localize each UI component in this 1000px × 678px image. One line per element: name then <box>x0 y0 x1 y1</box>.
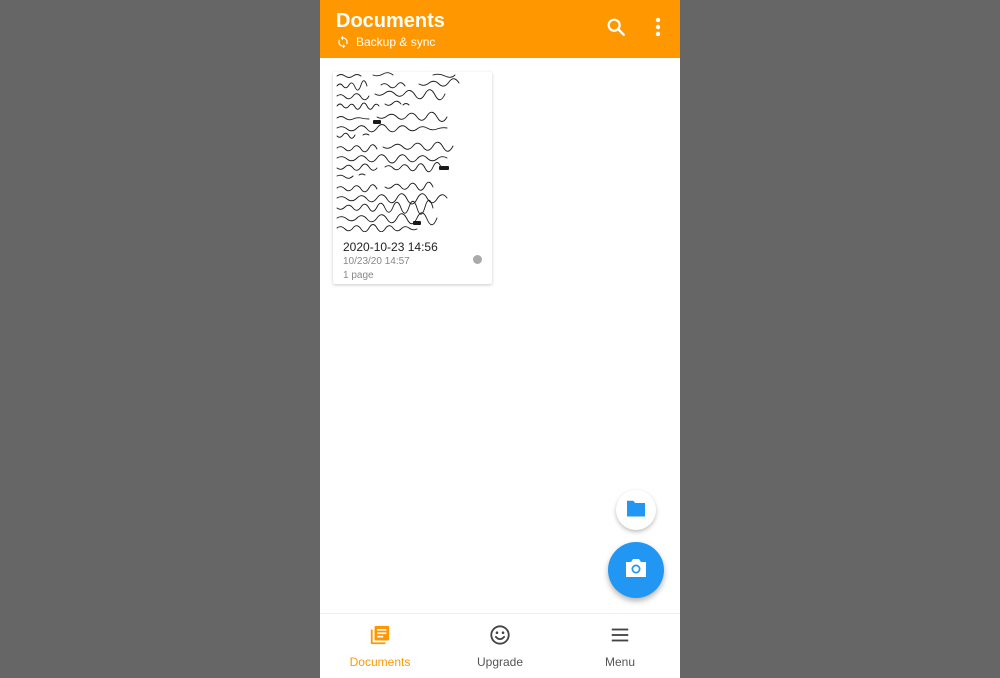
document-page-count: 1 page <box>343 270 374 281</box>
documents-icon <box>369 624 391 651</box>
more-vert-icon <box>654 16 662 43</box>
document-date: 10/23/20 14:57 <box>343 256 410 267</box>
nav-upgrade[interactable]: Upgrade <box>440 614 560 678</box>
import-folder-button[interactable] <box>616 490 656 530</box>
backup-sync-link[interactable]: Backup & sync <box>336 35 435 49</box>
page-title: Documents <box>336 10 445 32</box>
menu-icon <box>609 624 631 651</box>
folder-icon <box>625 499 647 522</box>
camera-scan-button[interactable] <box>608 542 664 598</box>
search-button[interactable] <box>604 17 628 41</box>
sync-status-dot <box>473 255 482 264</box>
nav-menu-label: Menu <box>604 655 636 669</box>
sync-icon <box>336 35 350 49</box>
bottom-navigation: Documents Upgrade Menu <box>320 613 680 678</box>
document-card[interactable]: 2020-10-23 14:56 10/23/20 14:57 1 page <box>333 72 492 284</box>
sync-label: Backup & sync <box>356 35 436 49</box>
nav-documents-label: Documents <box>349 655 411 669</box>
search-icon <box>605 16 627 43</box>
camera-icon <box>624 558 648 583</box>
app-screen: Documents Backup & sync 2020-10-23 14:56… <box>320 0 680 678</box>
nav-upgrade-label: Upgrade <box>476 655 524 669</box>
documents-list: 2020-10-23 14:56 10/23/20 14:57 1 page <box>320 58 680 613</box>
document-thumbnail <box>333 72 492 232</box>
nav-menu[interactable]: Menu <box>560 614 680 678</box>
app-bar: Documents Backup & sync <box>320 0 680 58</box>
smiley-icon <box>489 624 511 651</box>
document-title: 2020-10-23 14:56 <box>343 240 438 254</box>
more-options-button[interactable] <box>646 17 670 41</box>
nav-documents[interactable]: Documents <box>320 614 440 678</box>
